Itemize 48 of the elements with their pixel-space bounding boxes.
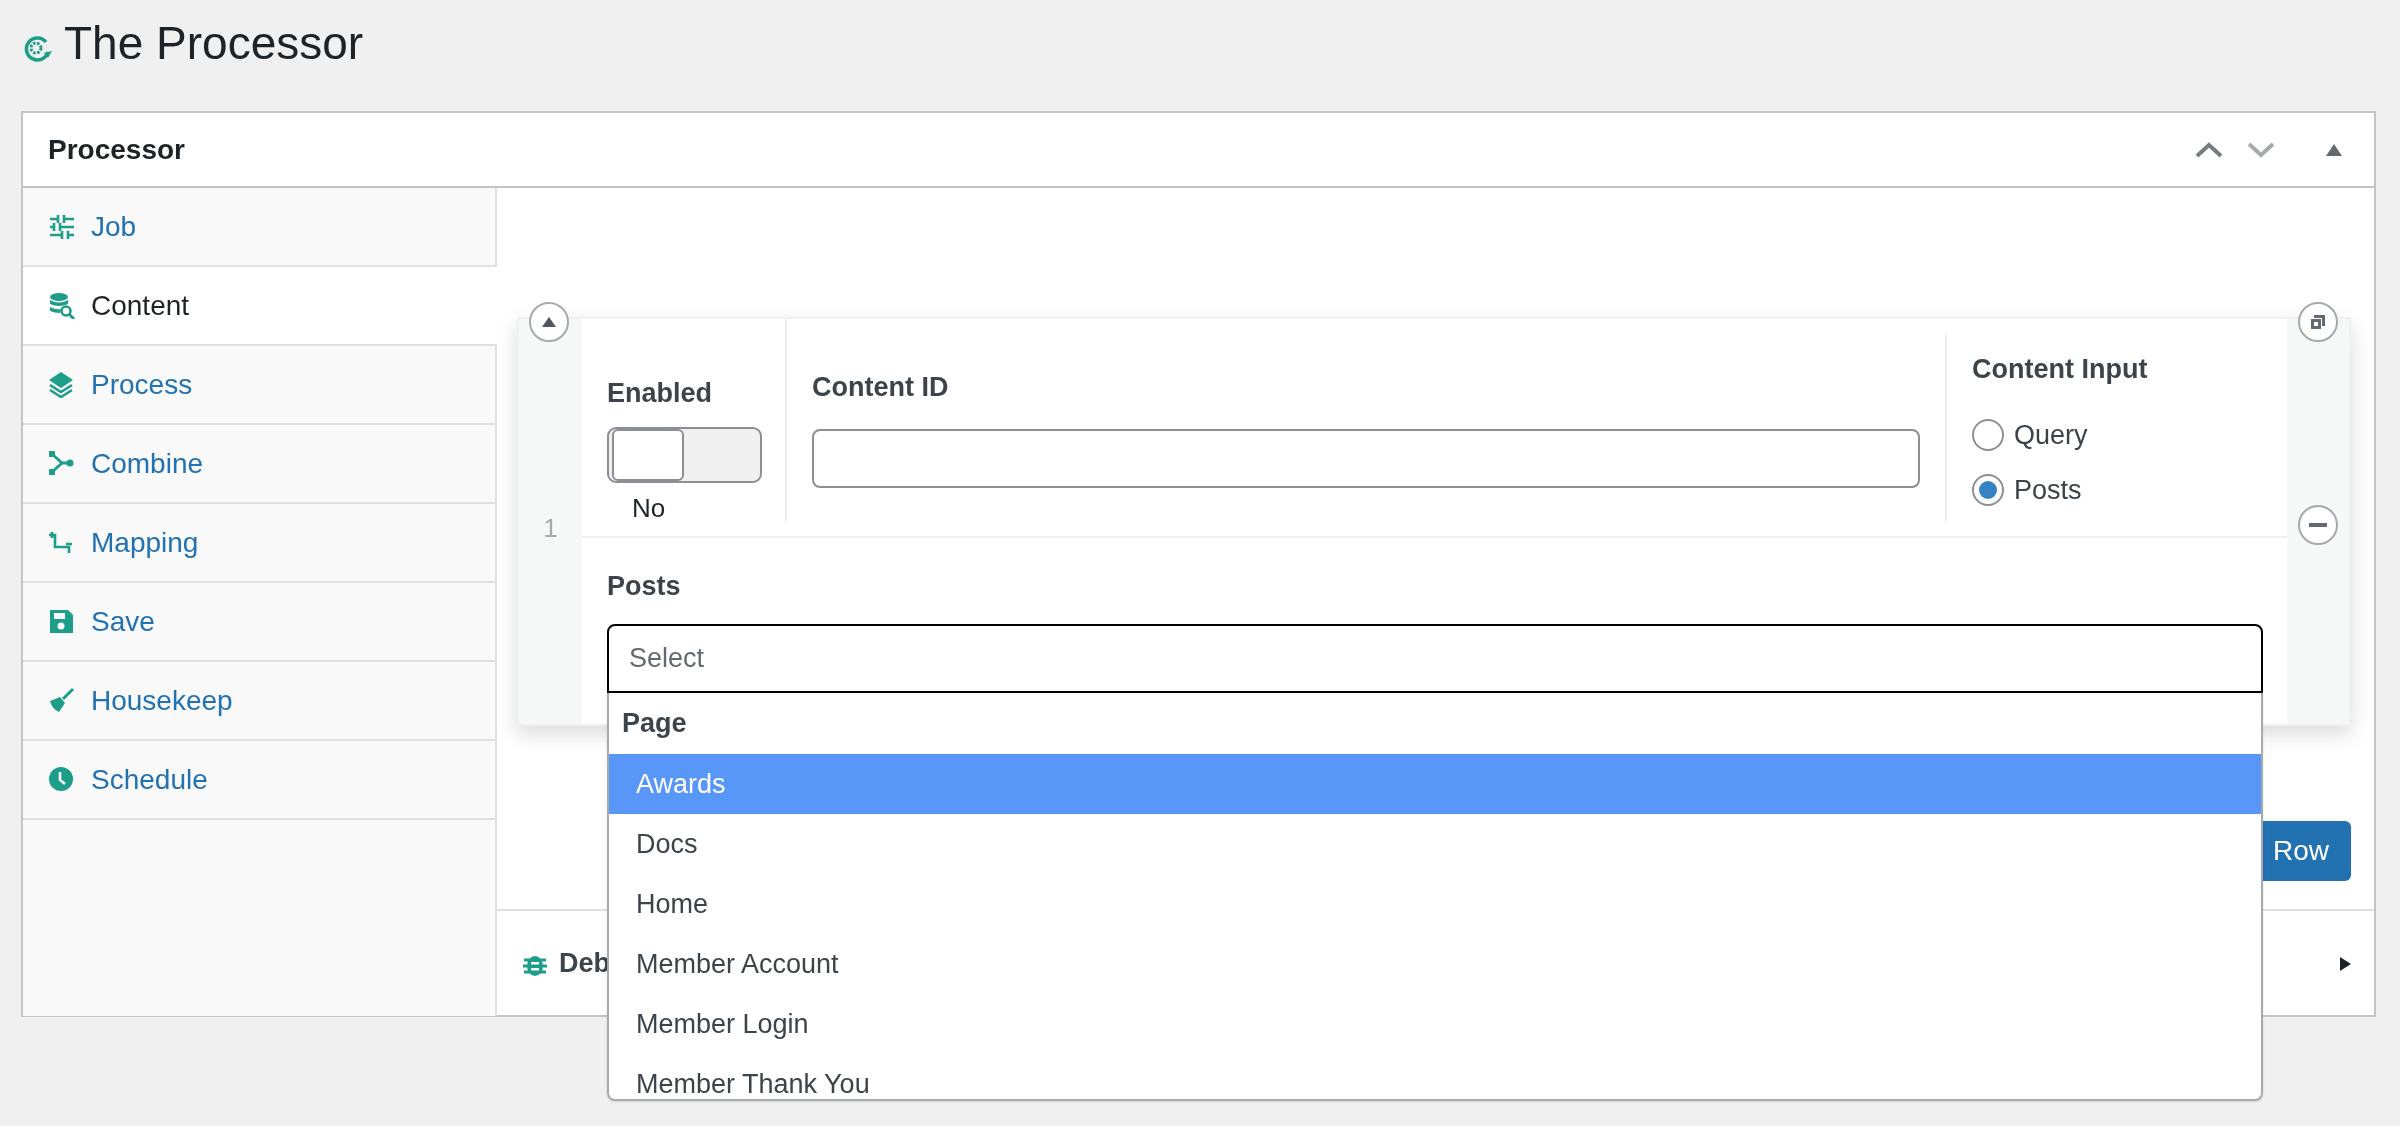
- radio-label: Posts: [2014, 473, 2082, 507]
- field-label: Posts: [607, 570, 682, 603]
- expand-triangle-icon[interactable]: [2338, 955, 2352, 972]
- dropdown-option[interactable]: Home: [609, 874, 2261, 934]
- broom-icon: [48, 687, 75, 714]
- page-title: The Processor: [64, 19, 364, 66]
- radio-button[interactable]: [1972, 419, 2004, 452]
- collapse-row-button[interactable]: [529, 302, 569, 342]
- crop-icon: [48, 529, 75, 556]
- dropdown-option[interactable]: Member Login: [609, 994, 2261, 1054]
- field-label: Enabled: [607, 377, 714, 410]
- clock-icon: [48, 766, 75, 793]
- triangle-up-icon: [542, 317, 556, 327]
- dropdown-option[interactable]: Member Thank You: [609, 1054, 2261, 1099]
- dropdown-option[interactable]: Awards: [609, 754, 2261, 814]
- toggle-knob: [612, 429, 684, 481]
- dropdown-option[interactable]: Member Account: [609, 934, 2261, 994]
- row-number: 1: [543, 512, 558, 541]
- sidebar-tab[interactable]: Process: [23, 346, 495, 425]
- sliders-icon: [48, 213, 75, 240]
- sidebar-tab[interactable]: Content: [23, 267, 497, 346]
- minus-icon: [2309, 523, 2327, 527]
- posts-select-field[interactable]: Select: [607, 624, 2263, 693]
- sidebar-tab[interactable]: Combine: [23, 425, 495, 504]
- triangle-up-icon: [2326, 143, 2342, 156]
- sidebar-tab[interactable]: Schedule: [23, 741, 495, 820]
- field-label: Content ID: [812, 371, 950, 404]
- branch-icon: [48, 450, 75, 477]
- toggle-switch[interactable]: [607, 427, 762, 483]
- toggle-state: No: [632, 493, 667, 523]
- layers-icon: [48, 371, 75, 398]
- chevron-down-icon: [2247, 141, 2275, 158]
- chevron-up-icon: [2195, 141, 2223, 158]
- sidebar-tab[interactable]: Mapping: [23, 504, 495, 583]
- radio-label: Query: [2014, 419, 2088, 452]
- duplicate-row-button[interactable]: [2298, 302, 2338, 342]
- content-id-field[interactable]: [812, 429, 1920, 488]
- remove-row-button[interactable]: [2298, 505, 2338, 545]
- section-title: Deb: [559, 947, 610, 981]
- field-label: Content Input: [1972, 353, 2149, 386]
- option-group-label: Page: [622, 707, 687, 741]
- dropdown-option[interactable]: Docs: [609, 814, 2261, 874]
- sidebar-tab[interactable]: Save: [23, 583, 495, 662]
- sidebar-tab[interactable]: Housekeep: [23, 662, 495, 741]
- copy-icon: [2308, 312, 2328, 332]
- panel-title: Processor: [48, 132, 186, 167]
- database-search-icon: [48, 292, 75, 319]
- radio-button[interactable]: [1972, 473, 2004, 506]
